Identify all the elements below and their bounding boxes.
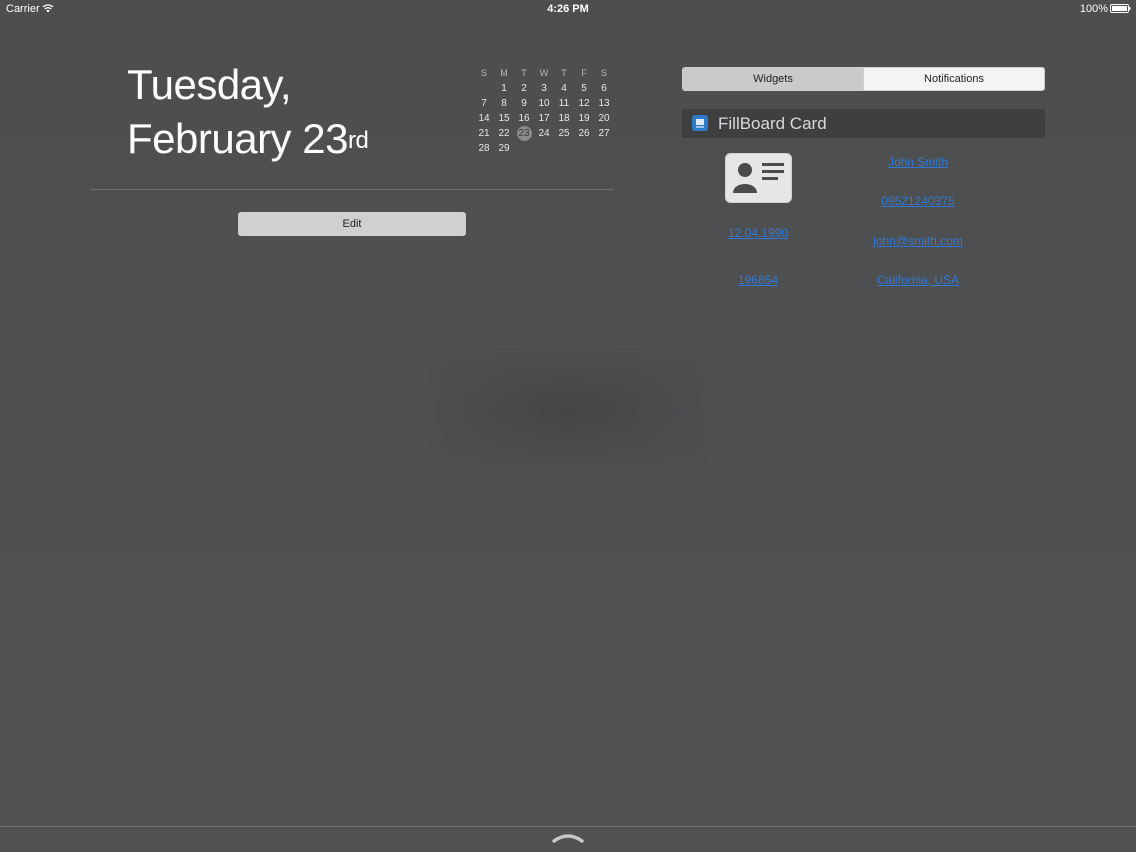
month-day-text: February 23: [127, 115, 348, 162]
calendar-day: 7: [481, 98, 487, 109]
calendar-day: 9: [521, 98, 527, 109]
phone-link[interactable]: 09521240375: [858, 194, 978, 208]
calendar-day: 12: [578, 98, 590, 109]
calendar-day: 13: [598, 98, 610, 109]
location-link[interactable]: California, USA: [848, 273, 988, 287]
calendar-day: 5: [581, 83, 587, 94]
calendar-day: 18: [558, 113, 570, 124]
calendar-day: 1: [501, 83, 507, 94]
calendar-weekday: S: [600, 68, 607, 78]
calendar-day: [474, 81, 494, 96]
battery-percent: 100%: [1079, 3, 1108, 15]
calendar-grid: S M T W T F S 1 2 3 4 5 6 7 8 9 10 11 12 13 14 15 16 17 18 19 20 21…: [474, 66, 614, 156]
tab-widgets[interactable]: Widgets: [683, 68, 863, 90]
calendar-day: 21: [478, 128, 490, 139]
calendar-day: 28: [478, 143, 490, 154]
today-marker: 23: [516, 126, 532, 141]
weekday-label: Tuesday,: [127, 61, 292, 108]
calendar-weekday: F: [581, 68, 587, 78]
calendar-day: 14: [478, 113, 490, 124]
email-link[interactable]: john@smith.com: [848, 234, 988, 248]
chevron-up-icon[interactable]: [552, 833, 584, 843]
calendar-day: 8: [501, 98, 507, 109]
status-bar: Carrier 4:26 PM 100%: [0, 0, 1136, 18]
clock: 4:26 PM: [547, 3, 589, 15]
view-segmented-control: Widgets Notifications: [682, 67, 1045, 91]
calendar-day: 4: [561, 83, 567, 94]
calendar-day: 22: [498, 128, 510, 139]
calendar-day: [574, 141, 594, 156]
birthdate-link[interactable]: 12.04.1990: [698, 226, 818, 240]
contact-card-icon[interactable]: [725, 153, 792, 203]
zip-link[interactable]: 196854: [698, 273, 818, 287]
calendar-day: [554, 141, 574, 156]
tab-notifications[interactable]: Notifications: [863, 68, 1044, 90]
battery-icon: [1110, 4, 1131, 13]
calendar-day: 29: [498, 143, 510, 154]
calendar-weekday: T: [561, 68, 567, 78]
edit-button[interactable]: Edit: [238, 212, 466, 236]
mini-calendar: S M T W T F S 1 2 3 4 5 6 7 8 9 10 11 12 13 14 15 16 17 18 19 20 21…: [474, 66, 614, 156]
blurred-background: [440, 360, 700, 460]
calendar-day: [514, 141, 534, 156]
calendar-day: 17: [538, 113, 550, 124]
calendar-day: [594, 141, 614, 156]
calendar-day-today: 23: [514, 126, 534, 141]
calendar-day: 26: [578, 128, 590, 139]
calendar-day: 15: [498, 113, 510, 124]
calendar-weekday: W: [539, 68, 549, 78]
month-day-label: February 23rd: [127, 112, 369, 166]
calendar-day: 10: [538, 98, 550, 109]
calendar-weekday: S: [480, 68, 487, 78]
calendar-day: 2: [521, 83, 527, 94]
widget-title: FillBoard Card: [718, 114, 827, 133]
ordinal-suffix: rd: [347, 127, 369, 154]
bottom-divider: [0, 826, 1136, 827]
calendar-day: 19: [578, 113, 590, 124]
calendar-day: 20: [598, 113, 610, 124]
calendar-day: 11: [558, 98, 570, 109]
notification-center: Carrier 4:26 PM 100% Tuesday, February 2…: [0, 0, 1136, 852]
divider: [90, 189, 614, 190]
calendar-day: 6: [601, 83, 607, 94]
calendar-weekday: M: [500, 68, 508, 78]
name-link[interactable]: John Smith: [858, 155, 978, 169]
calendar-day: 24: [538, 128, 550, 139]
calendar-day: [534, 141, 554, 156]
fillboard-app-icon: [692, 115, 708, 131]
widget-header[interactable]: FillBoard Card: [682, 109, 1045, 138]
calendar-day: 3: [541, 83, 547, 94]
calendar-day: 27: [598, 128, 610, 139]
calendar-weekday: T: [521, 68, 527, 78]
calendar-day: 25: [558, 128, 570, 139]
calendar-day: 16: [518, 113, 530, 124]
date-heading: Tuesday, February 23rd: [127, 58, 369, 166]
